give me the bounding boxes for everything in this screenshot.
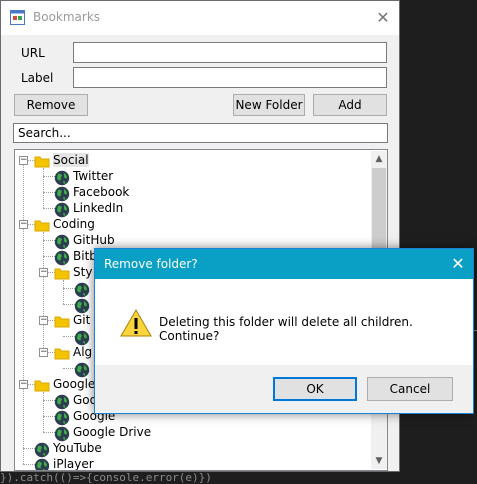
tree-node-link[interactable] (74, 296, 93, 313)
warning-icon (120, 308, 152, 337)
label-label: Label (21, 71, 54, 85)
tree-node-folder[interactable]: Alg (54, 344, 92, 360)
url-label: URL (21, 46, 45, 60)
title-bar: Bookmarks ✕ (1, 1, 399, 35)
globe-icon (54, 202, 70, 217)
dialog-message: Deleting this folder will delete all chi… (159, 315, 413, 343)
globe-icon (54, 170, 70, 185)
scroll-down-icon[interactable]: ▼ (371, 453, 387, 469)
globe-icon (74, 330, 90, 345)
tree-node-folder[interactable]: Sty (54, 264, 92, 280)
folder-icon (34, 378, 50, 392)
tree-line (43, 232, 44, 352)
tree-node-label: Alg (73, 345, 93, 359)
tree-node-label: Google (53, 377, 96, 391)
collapse-toggle-icon[interactable]: − (19, 380, 28, 389)
tree-node-link[interactable]: Google Drive (54, 424, 152, 441)
collapse-toggle-icon[interactable]: − (19, 156, 28, 165)
remove-button[interactable]: Remove (14, 94, 88, 116)
tree-node-link[interactable]: Goo (54, 392, 97, 409)
globe-icon (34, 442, 50, 457)
tree-line (43, 168, 44, 208)
globe-icon (74, 298, 90, 313)
dialog-close-icon[interactable]: ✕ (447, 253, 469, 275)
search-input[interactable] (13, 123, 388, 143)
tree-line (43, 392, 44, 432)
cancel-button[interactable]: Cancel (367, 377, 453, 401)
dialog-footer: OK Cancel (95, 365, 473, 413)
tree-node-link[interactable] (74, 328, 93, 345)
collapse-toggle-icon[interactable]: − (39, 348, 48, 357)
tree-node-label: Sty (73, 265, 93, 279)
tree-node-link[interactable] (74, 280, 93, 297)
tree-line (63, 280, 64, 304)
window-title: Bookmarks (33, 10, 101, 24)
tree-node-link[interactable]: Twitter (54, 168, 114, 185)
folder-icon (54, 346, 70, 360)
tree-node-label: GitHub (73, 233, 115, 247)
globe-icon (54, 426, 70, 441)
folder-icon (54, 266, 70, 280)
tree-node-link[interactable]: GitHub (54, 232, 115, 249)
tree-node-label: YouTube (53, 441, 102, 455)
tree-line (23, 160, 24, 464)
url-input[interactable] (73, 42, 387, 63)
tree-node-label: iPlayer (53, 457, 94, 471)
tree-node-link[interactable]: Bitb (54, 248, 97, 265)
globe-icon (54, 250, 70, 265)
dialog-title-bar: Remove folder? ✕ (95, 249, 473, 279)
tree-node-label: Social (53, 153, 89, 167)
globe-icon (34, 458, 50, 470)
app-icon (10, 10, 25, 25)
close-icon[interactable]: ✕ (371, 7, 395, 29)
tree-node-link[interactable]: LinkedIn (54, 200, 124, 217)
tree-node-label: Coding (53, 217, 95, 231)
globe-icon (54, 410, 70, 425)
remove-folder-dialog: Remove folder? ✕ Deleting this folder wi… (94, 248, 474, 414)
tree-node-label: Google Drive (73, 425, 152, 439)
collapse-toggle-icon[interactable]: − (19, 220, 28, 229)
globe-icon (54, 234, 70, 249)
collapse-toggle-icon[interactable]: − (39, 316, 48, 325)
scroll-up-icon[interactable]: ▲ (371, 151, 387, 167)
tree-node-label: Git (73, 313, 91, 327)
tree-node-link[interactable] (74, 360, 93, 377)
globe-icon (74, 282, 90, 297)
tree-node-folder[interactable]: Social (34, 152, 89, 168)
background-code-line: }).catch(()=>{console.error(e)}) (0, 472, 477, 484)
globe-icon (74, 362, 90, 377)
globe-icon (54, 394, 70, 409)
tree-node-link[interactable]: Facebook (54, 184, 130, 201)
tree-node-folder[interactable]: Google (34, 376, 95, 392)
folder-icon (34, 154, 50, 168)
tree-node-link[interactable]: YouTube (34, 440, 102, 457)
folder-icon (54, 314, 70, 328)
dialog-title: Remove folder? (104, 257, 198, 271)
tree-node-folder[interactable]: Git (54, 312, 90, 328)
tree-node-folder[interactable]: Coding (34, 216, 95, 232)
add-button[interactable]: Add (313, 94, 387, 116)
collapse-toggle-icon[interactable]: − (39, 268, 48, 277)
label-input[interactable] (73, 67, 387, 88)
tree-node-label: Twitter (73, 169, 114, 183)
ok-button[interactable]: OK (273, 377, 357, 401)
globe-icon (54, 186, 70, 201)
folder-icon (34, 218, 50, 232)
tree-node-label: Facebook (73, 185, 130, 199)
tree-node-link[interactable]: iPlayer (34, 456, 94, 471)
new-folder-button[interactable]: New Folder (233, 94, 305, 116)
tree-node-label: LinkedIn (73, 201, 124, 215)
